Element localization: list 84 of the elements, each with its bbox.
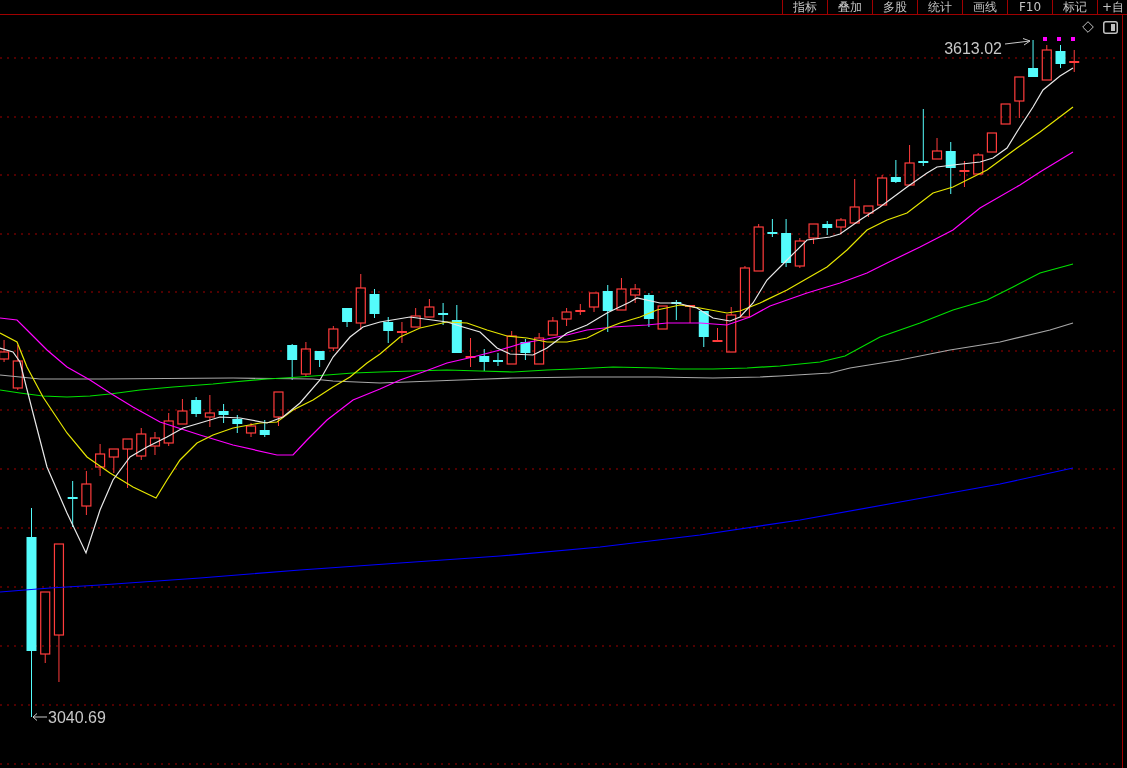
rising-candlestick bbox=[849, 178, 860, 224]
falling-candlestick bbox=[890, 159, 901, 184]
rising-candlestick bbox=[877, 174, 888, 206]
rising-candlestick bbox=[396, 321, 407, 344]
signal-marker-icon bbox=[1057, 37, 1061, 41]
rising-candlestick bbox=[753, 223, 764, 272]
rising-candlestick bbox=[616, 277, 627, 311]
rising-candlestick bbox=[149, 431, 161, 456]
rising-candlestick bbox=[300, 341, 311, 378]
leader-arrow bbox=[1004, 38, 1031, 46]
rising-candlestick bbox=[1069, 49, 1080, 73]
falling-candlestick bbox=[369, 288, 380, 319]
rising-candlestick bbox=[163, 412, 174, 447]
rising-candlestick bbox=[685, 304, 696, 324]
rising-candlestick bbox=[136, 427, 147, 461]
leader-arrow bbox=[32, 713, 48, 721]
signal-marker-icon bbox=[1071, 37, 1075, 41]
price-label: 3040.69 bbox=[48, 709, 106, 726]
rising-candlestick bbox=[1014, 76, 1025, 119]
diamond-icon[interactable] bbox=[1082, 21, 1094, 33]
rising-candlestick bbox=[0, 339, 10, 363]
rising-candlestick bbox=[81, 470, 92, 516]
rising-candlestick bbox=[739, 265, 751, 318]
falling-candlestick bbox=[918, 108, 929, 167]
falling-candlestick bbox=[67, 480, 78, 528]
rising-candlestick bbox=[108, 448, 119, 474]
falling-candlestick bbox=[767, 218, 778, 238]
falling-candlestick bbox=[493, 352, 503, 367]
rising-candlestick bbox=[959, 160, 970, 188]
rising-candlestick bbox=[328, 325, 339, 352]
rising-candlestick bbox=[1000, 103, 1011, 125]
falling-candlestick bbox=[342, 307, 353, 328]
rising-candlestick bbox=[726, 306, 737, 353]
falling-candlestick bbox=[520, 338, 531, 361]
rising-candlestick bbox=[410, 307, 421, 328]
rising-candlestick bbox=[177, 398, 188, 425]
rising-candlestick bbox=[95, 443, 106, 477]
rising-candlestick bbox=[273, 391, 284, 427]
rising-candlestick bbox=[547, 316, 558, 336]
rising-candlestick bbox=[931, 137, 943, 160]
rising-candlestick bbox=[122, 438, 133, 489]
falling-candlestick bbox=[698, 310, 709, 348]
rising-candlestick bbox=[245, 422, 257, 438]
falling-candlestick bbox=[287, 343, 298, 381]
signal-marker-icon bbox=[1043, 37, 1047, 41]
falling-candlestick bbox=[259, 419, 270, 438]
falling-candlestick bbox=[191, 396, 202, 418]
falling-candlestick bbox=[1055, 44, 1066, 69]
rising-candlestick bbox=[424, 298, 435, 318]
rising-candlestick bbox=[973, 152, 984, 175]
rising-candlestick bbox=[561, 307, 572, 327]
rising-candlestick bbox=[575, 303, 586, 316]
rising-candlestick bbox=[465, 337, 476, 368]
rising-candlestick bbox=[794, 237, 805, 269]
rising-candlestick bbox=[12, 344, 23, 391]
falling-candlestick bbox=[438, 302, 449, 326]
falling-candlestick bbox=[314, 350, 325, 368]
falling-candlestick bbox=[383, 316, 394, 344]
falling-candlestick bbox=[945, 141, 956, 195]
falling-candlestick bbox=[218, 403, 229, 424]
rising-candlestick bbox=[835, 217, 847, 235]
rising-candlestick bbox=[657, 305, 668, 330]
rising-candlestick bbox=[630, 283, 641, 304]
rising-candlestick bbox=[506, 330, 517, 365]
falling-candlestick bbox=[479, 348, 490, 372]
falling-candlestick bbox=[451, 304, 462, 354]
rising-candlestick bbox=[986, 132, 997, 153]
rising-candlestick bbox=[534, 332, 545, 365]
falling-candlestick bbox=[822, 220, 833, 236]
rising-candlestick bbox=[204, 394, 215, 428]
rising-candlestick bbox=[712, 327, 723, 343]
rising-candlestick bbox=[904, 144, 915, 186]
falling-candlestick bbox=[643, 292, 654, 328]
rising-candlestick bbox=[588, 292, 600, 313]
panel-toggle-icon[interactable] bbox=[1103, 21, 1118, 34]
rising-candlestick bbox=[1041, 44, 1052, 81]
falling-candlestick bbox=[602, 284, 613, 333]
falling-candlestick bbox=[781, 218, 792, 268]
rising-candlestick bbox=[808, 223, 819, 245]
price-label: 3613.02 bbox=[944, 40, 1002, 57]
falling-candlestick bbox=[1028, 39, 1039, 78]
rising-candlestick bbox=[355, 273, 366, 331]
rising-candlestick bbox=[863, 205, 874, 218]
falling-candlestick bbox=[232, 414, 243, 434]
